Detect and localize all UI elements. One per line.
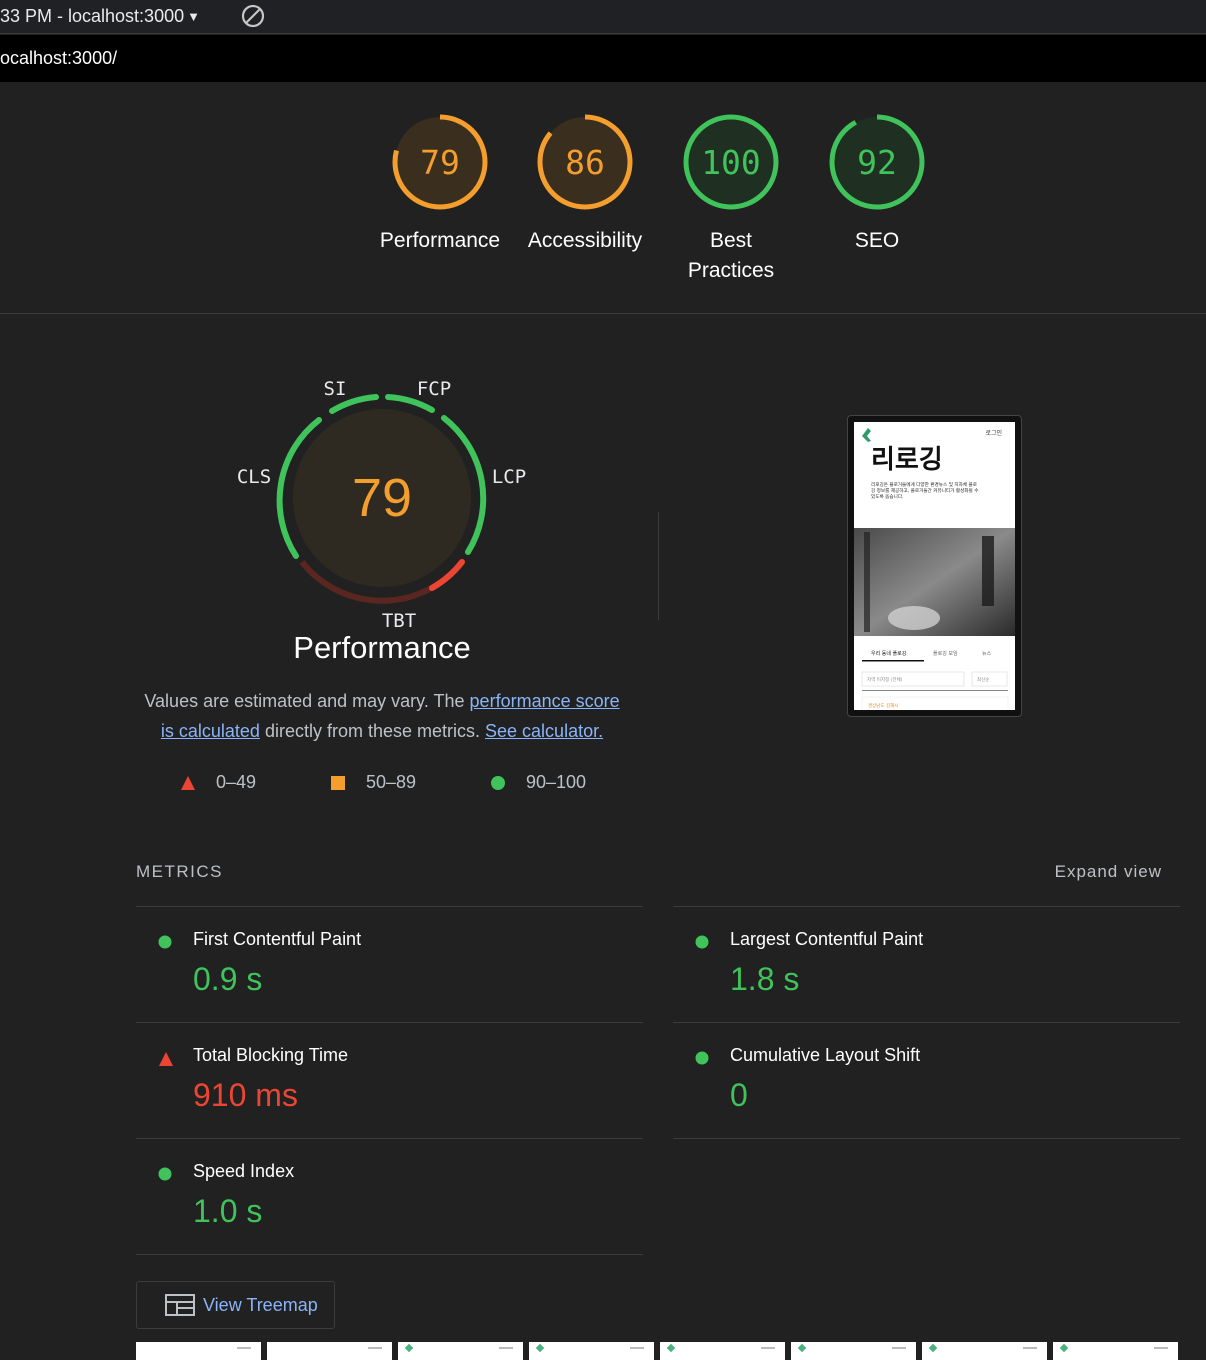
filmstrip-frame: [398, 1342, 523, 1360]
report-select-label: 33 PM - localhost:3000: [0, 6, 185, 26]
performance-title: Performance: [293, 630, 471, 665]
filmstrip-frame: [136, 1342, 261, 1360]
legend-pass: 90–100: [490, 772, 586, 793]
fcp-label: FCP: [417, 378, 451, 400]
tbt-label: TBT: [382, 610, 416, 628]
legend-average: 50–89: [330, 772, 416, 793]
page-url: localhost:3000/: [0, 48, 118, 68]
metric-first-contentful-paint: First Contentful Paint 0.9 s: [136, 906, 643, 1022]
metric-name: Total Blocking Time: [193, 1045, 349, 1065]
metrics-title: METRICS: [136, 862, 223, 881]
description-text: directly from these metrics.: [259, 721, 486, 741]
filmstrip-frame: [267, 1342, 392, 1360]
tab: 우리 동네 플로깅: [871, 650, 906, 657]
filmstrip-frame: [791, 1342, 916, 1360]
metric-name: Speed Index: [193, 1161, 295, 1181]
metric-value: 1.0 s: [193, 1193, 263, 1229]
gauge-score: 86: [565, 143, 605, 182]
metric-largest-contentful-paint: Largest Contentful Paint 1.8 s: [673, 906, 1180, 1022]
gauge-label: SEO: [854, 229, 900, 252]
gauge-seo[interactable]: 92 SEO: [812, 112, 942, 256]
green-circle-icon: [158, 935, 172, 949]
devtools-toolbar: 33 PM - localhost:3000 ▼: [0, 0, 1206, 34]
red-triangle-icon: [181, 775, 195, 790]
metric-value: 0: [730, 1077, 748, 1113]
see-calculator-link[interactable]: See calculator.: [485, 721, 603, 741]
green-circle-icon: [695, 1051, 709, 1065]
legend-range: 0–49: [216, 772, 257, 792]
filmstrip-frame: [1053, 1342, 1178, 1360]
gauge-label: Accessibility: [527, 229, 643, 252]
filmstrip-frame: [660, 1342, 785, 1360]
filmstrip: [136, 1342, 1180, 1360]
gauge-score: 79: [420, 143, 460, 182]
red-triangle-icon: [159, 1052, 173, 1066]
divider: [673, 1138, 1180, 1139]
screenshot-render: 로그인 리로깅 리로깅은 플로거들에게 다양한 환경뉴스 및 지자체 플로 깅 …: [854, 422, 1015, 710]
block-icon[interactable]: [240, 3, 266, 29]
brand-desc: 있도록 돕습니다.: [871, 493, 904, 500]
legend-range: 90–100: [526, 772, 587, 792]
metric-value: 0.9 s: [193, 961, 263, 997]
gauge-accessibility[interactable]: 86 Accessibility: [520, 112, 650, 256]
performance-score: 79: [352, 468, 412, 528]
brand-logo: 리로깅: [871, 445, 943, 475]
view-treemap-button[interactable]: View Treemap: [136, 1281, 335, 1329]
item-tag: 경상남도 김해시: [868, 702, 898, 709]
gauge-label: Best Practices: [687, 229, 775, 282]
lcp-label: LCP: [492, 466, 526, 488]
legend-range: 50–89: [366, 772, 417, 792]
gauge-label: Performance: [379, 229, 501, 252]
filter: 최신순: [977, 676, 989, 683]
final-screenshot[interactable]: 로그인 리로깅 리로깅은 플로거들에게 다양한 환경뉴스 및 지자체 플로 깅 …: [847, 415, 1022, 717]
orange-square-icon: [331, 775, 345, 790]
caret-down-icon: ▼: [187, 9, 200, 24]
green-circle-icon: [158, 1167, 172, 1181]
gauge-score: 92: [857, 143, 897, 182]
category-gauges: 79 Performance 86 Accessibility 100 Best…: [0, 82, 1206, 314]
report-select[interactable]: 33 PM - localhost:3000 ▼: [0, 6, 200, 27]
treemap-icon: [165, 1294, 195, 1316]
metric-name: Largest Contentful Paint: [730, 929, 924, 949]
tab: 뉴스: [982, 651, 992, 657]
metric-value: 910 ms: [193, 1077, 298, 1113]
gauge-best-practices[interactable]: 100 Best Practices: [666, 112, 796, 286]
description-text: Values are estimated and may vary. The: [144, 691, 470, 711]
login-link: 로그인: [985, 430, 1002, 437]
expand-view-toggle[interactable]: Expand view: [1055, 862, 1162, 882]
gauge-performance[interactable]: 79 Performance: [375, 112, 505, 256]
tab: 플로깅 모임: [933, 650, 958, 657]
url-bar: localhost:3000/: [0, 35, 1206, 82]
filmstrip-frame: [529, 1342, 654, 1360]
metric-name: Cumulative Layout Shift: [730, 1045, 921, 1065]
view-treemap-label: View Treemap: [203, 1294, 318, 1315]
brand-desc: 리로깅은 플로거들에게 다양한 환경뉴스 및 지자체 플로: [871, 481, 977, 488]
si-label: SI: [324, 378, 347, 400]
performance-gauge: 79 SI FCP LCP CLS TBT: [237, 378, 526, 628]
brand-desc: 깅 정보를 제공하고, 플로거들간 커뮤니티가 활성화될 수: [871, 487, 978, 494]
divider: [658, 512, 659, 620]
green-circle-icon: [491, 775, 505, 790]
metrics-header: METRICS Expand view: [136, 862, 1180, 882]
metric-total-blocking-time: Total Blocking Time 910 ms: [136, 1022, 643, 1138]
screenshot-page: 로그인 리로깅 리로깅은 플로거들에게 다양한 환경뉴스 및 지자체 플로 깅 …: [854, 422, 1015, 710]
filmstrip-frame: [922, 1342, 1047, 1360]
metric-value: 1.8 s: [730, 961, 800, 997]
legend-fail: 0–49: [180, 772, 256, 793]
performance-description: Values are estimated and may vary. The p…: [136, 686, 628, 746]
green-circle-icon: [695, 935, 709, 949]
filter: 지역 미지정 (전체): [867, 676, 903, 683]
metric-cumulative-layout-shift: Cumulative Layout Shift 0: [673, 1022, 1180, 1138]
divider: [136, 1254, 643, 1255]
metric-speed-index: Speed Index 1.0 s: [136, 1138, 643, 1254]
metric-name: First Contentful Paint: [193, 929, 362, 949]
gauge-score: 100: [701, 143, 761, 182]
cls-label: CLS: [237, 466, 271, 488]
